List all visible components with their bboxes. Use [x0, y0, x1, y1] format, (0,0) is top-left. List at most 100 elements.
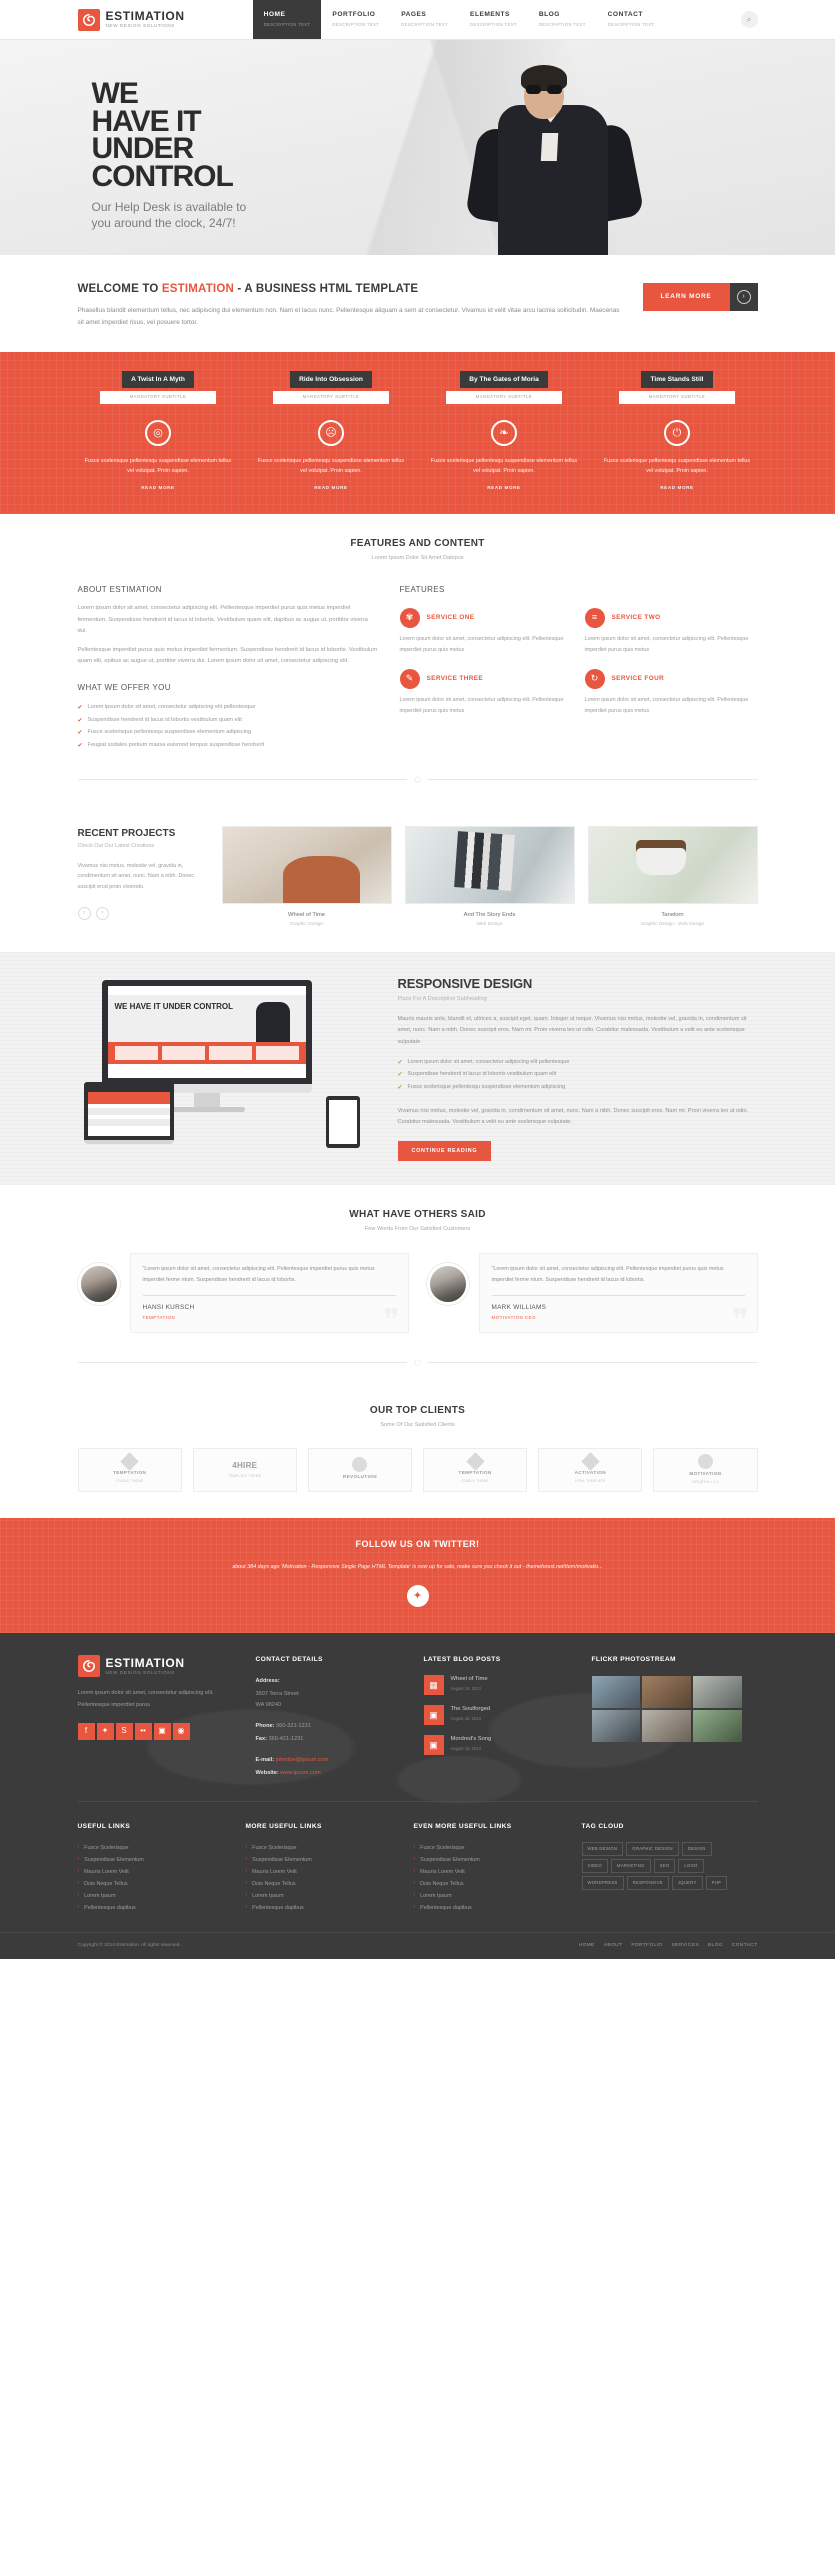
client-logo[interactable]: MOTIVATION UPDATED v 1.0: [653, 1447, 758, 1492]
link-label: Fusce Scelerisque: [84, 1844, 129, 1851]
phone-value: 360-321-1231: [276, 1723, 311, 1729]
blog-post-item[interactable]: ▦ Wheel of Time August 18, 2013: [423, 1675, 574, 1696]
service-name[interactable]: SERVICE ONE: [427, 613, 475, 623]
list-item[interactable]: › Suspendisse Elementum: [246, 1854, 396, 1866]
bottom-nav-portfolio[interactable]: PORTFOLIO: [631, 1942, 662, 1949]
tag[interactable]: RESPONSIVE: [626, 1876, 669, 1891]
list-item[interactable]: › Pellentesque dapibus: [246, 1902, 396, 1914]
flickr-photo[interactable]: [591, 1710, 641, 1743]
flickr-photo[interactable]: [642, 1710, 691, 1743]
client-logo[interactable]: TEMPTATION STABLE THEME: [77, 1447, 182, 1492]
read-more-link[interactable]: READ MORE: [424, 485, 585, 492]
service-name[interactable]: SERVICE TWO: [612, 613, 661, 623]
chevron-right-icon: ›: [77, 1904, 80, 1911]
service-name[interactable]: SERVICE FOUR: [612, 674, 665, 684]
list-item[interactable]: › Fusce Scelerisque: [78, 1842, 228, 1854]
list-item[interactable]: › Duis Neque Tellus: [78, 1878, 228, 1890]
list-item[interactable]: › Fusce Scelerisque: [414, 1842, 564, 1854]
flickr-photo[interactable]: [692, 1710, 742, 1743]
service-name[interactable]: SERVICE THREE: [427, 674, 484, 684]
blog-post-item[interactable]: ▣ Mordred's Song August 18, 2013: [423, 1735, 574, 1756]
tag[interactable]: LOGO: [678, 1858, 704, 1874]
website-value[interactable]: www.ipsum.com: [280, 1770, 320, 1776]
list-item[interactable]: › Mauris Lorem Velit: [78, 1866, 228, 1878]
read-more-link[interactable]: READ MORE: [597, 485, 758, 492]
twitter-icon[interactable]: ✦: [406, 1585, 429, 1608]
email-value[interactable]: johndoe@ipsum.com: [276, 1757, 329, 1763]
bottom-nav-blog[interactable]: BLOG: [708, 1942, 723, 1949]
list-item[interactable]: › Lorem Ipsum: [246, 1890, 396, 1902]
client-name: ACTIVATION: [574, 1470, 606, 1476]
client-logo[interactable]: REVOLUTION: [307, 1447, 413, 1492]
search-button[interactable]: ⌕: [740, 0, 758, 39]
feature-service: ✾ SERVICE ONE Lorem ipsum dolor sit amet,…: [399, 608, 573, 655]
flickr-photo[interactable]: [642, 1676, 691, 1709]
list-item[interactable]: › Lorem Ipsum: [78, 1890, 228, 1902]
chevron-right-icon[interactable]: ›: [95, 906, 109, 920]
list-icon: ≡: [584, 608, 605, 629]
nav-item-elements[interactable]: ELEMENTS DESCRIPTION TEXT: [459, 0, 528, 39]
list-item[interactable]: › Mauris Lorem Velit: [246, 1866, 396, 1878]
client-sub: TEMPLATE THEME: [228, 1474, 262, 1479]
skype-icon[interactable]: S: [115, 1722, 133, 1740]
footer-logo[interactable]: ESTIMATION NEW DESIGN SOLUTIONS: [77, 1655, 238, 1678]
flickr-photo[interactable]: [591, 1676, 641, 1709]
facebook-icon[interactable]: f: [77, 1722, 95, 1740]
list-item[interactable]: › Mauris Lorem Velit: [414, 1866, 564, 1878]
check-icon: ✔: [397, 1072, 403, 1079]
project-card[interactable]: Tanelorn Graphic Design - Web Design: [587, 826, 758, 928]
bottom-nav-contact[interactable]: CONTACT: [732, 1942, 758, 1949]
address-label: Address:: [255, 1678, 280, 1685]
tag[interactable]: VIDEO: [581, 1858, 609, 1874]
client-logo[interactable]: ACTIVATION HTML TEMPLATE: [538, 1447, 643, 1492]
tag[interactable]: PHP: [705, 1876, 728, 1891]
offer-list: ✔ Lorem ipsum dolor sit amet, consectetur…: [78, 702, 378, 752]
chevron-left-icon[interactable]: ‹: [77, 906, 91, 920]
nav-item-home[interactable]: HOME DESCRIPTION TEXT: [252, 0, 322, 39]
tag[interactable]: SEO: [653, 1858, 676, 1874]
flickr-photo[interactable]: [692, 1676, 742, 1709]
dribbble-icon[interactable]: ◉: [172, 1722, 190, 1740]
fax-label: Fax:: [255, 1735, 268, 1742]
site-logo[interactable]: ESTIMATION NEW DESIGN SOLUTIONS: [77, 0, 205, 39]
list-item[interactable]: › Pellentesque dapibus: [414, 1902, 564, 1914]
bottom-nav-about[interactable]: ABOUT: [604, 1942, 623, 1949]
project-card[interactable]: Wheel of Time Graphic Design: [221, 826, 392, 928]
nav-item-contact[interactable]: CONTACT DESCRIPTION TEXT: [597, 0, 666, 39]
nav-item-portfolio[interactable]: PORTFOLIO DESCRIPTION TEXT: [321, 0, 390, 39]
list-item[interactable]: › Duis Neque Tellus: [246, 1878, 396, 1890]
project-card[interactable]: And The Story Ends Web Design: [404, 826, 575, 928]
continue-reading-button[interactable]: CONTINUE READING: [397, 1140, 492, 1161]
tag[interactable]: DESIGN: [681, 1841, 712, 1856]
tag[interactable]: MARKETING: [611, 1858, 651, 1874]
client-logo[interactable]: 4HIRE TEMPLATE THEME: [192, 1447, 297, 1492]
list-item[interactable]: › Suspendisse Elementum: [78, 1854, 228, 1866]
tag[interactable]: GRAPHIC DESIGN: [626, 1841, 679, 1856]
tag[interactable]: JQUERY: [671, 1876, 703, 1891]
nav-sub: DESCRIPTION TEXT: [332, 22, 380, 28]
nav-item-pages[interactable]: PAGES DESCRIPTION TEXT: [390, 0, 459, 39]
read-more-link[interactable]: READ MORE: [251, 485, 412, 492]
tag[interactable]: WEB DESIGN: [581, 1841, 624, 1856]
learn-more-label: LEARN MORE: [642, 283, 730, 311]
read-more-link[interactable]: READ MORE: [78, 485, 239, 492]
learn-more-button[interactable]: LEARN MORE ›: [642, 283, 758, 311]
testimonial-role: TEMPTATION: [142, 1314, 176, 1320]
chevron-right-icon: ›: [245, 1855, 248, 1862]
bottom-nav-services[interactable]: SERVICES: [672, 1942, 699, 1949]
list-item[interactable]: › Duis Neque Tellus: [414, 1878, 564, 1890]
list-item: ✔ Suspendisse hendrerit id lacus id lobor…: [78, 715, 378, 728]
list-item[interactable]: › Lorem Ipsum: [414, 1890, 564, 1902]
flickr-icon[interactable]: ••: [134, 1722, 152, 1740]
list-item[interactable]: › Fusce Scelerisque: [246, 1842, 396, 1854]
hero-sub-2: you around the clock, 24/7!: [91, 215, 236, 230]
list-item[interactable]: › Suspendisse Elementum: [414, 1854, 564, 1866]
bottom-nav-home[interactable]: HOME: [579, 1942, 595, 1949]
nav-item-blog[interactable]: BLOG DESCRIPTION TEXT: [528, 0, 597, 39]
tag[interactable]: WORDPRESS: [581, 1876, 624, 1891]
list-item[interactable]: › Pellentesque dapibus: [78, 1902, 228, 1914]
twitter-icon[interactable]: ✦: [96, 1722, 114, 1740]
blog-post-item[interactable]: ▣ The Soulforged August 18, 2013: [423, 1705, 574, 1726]
instagram-icon[interactable]: ▣: [153, 1722, 171, 1740]
client-logo[interactable]: TEMPTATION STABLE THEME: [423, 1447, 528, 1492]
